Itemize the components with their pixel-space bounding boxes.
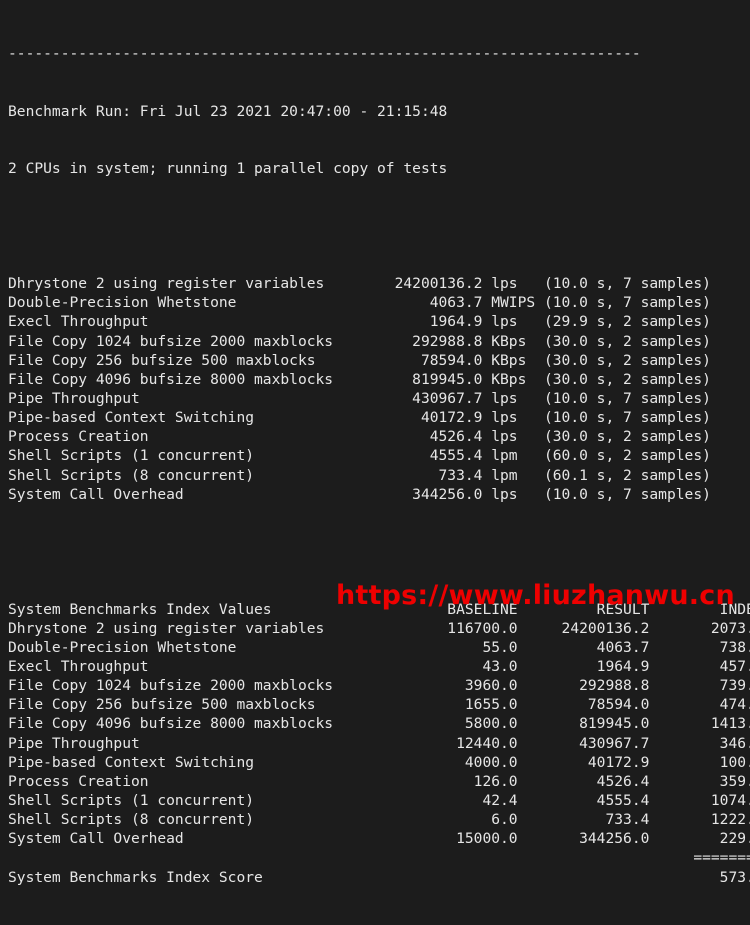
index-table-row: Shell Scripts (1 concurrent) 42.4 4555.4… bbox=[8, 791, 750, 809]
index-table-row: File Copy 4096 bufsize 8000 maxblocks 58… bbox=[8, 715, 750, 733]
test-result-row: Execl Throughput 1964.9 lps (29.9 s, 2 s… bbox=[8, 313, 711, 331]
index-table-row: System Call Overhead 15000.0 344256.0 22… bbox=[8, 830, 750, 848]
index-table-row: Dhrystone 2 using register variables 116… bbox=[8, 619, 750, 637]
index-table-row: Shell Scripts (8 concurrent) 6.0 733.4 1… bbox=[8, 811, 750, 829]
test-result-row: File Copy 1024 bufsize 2000 maxblocks 29… bbox=[8, 332, 711, 350]
index-table-row: Execl Throughput 43.0 1964.9 457.0 bbox=[8, 658, 750, 675]
terminal-output: ----------------------------------------… bbox=[0, 0, 750, 886]
test-result-row: Process Creation 4526.4 lps (30.0 s, 2 s… bbox=[8, 428, 711, 446]
separator-line: ----------------------------------------… bbox=[8, 45, 641, 63]
index-table-header: System Benchmarks Index Values BASELINE … bbox=[8, 600, 750, 618]
test-result-row: Double-Precision Whetstone 4063.7 MWIPS … bbox=[8, 294, 711, 312]
test-results-block: Dhrystone 2 using register variables 242… bbox=[8, 274, 750, 504]
index-values-block: System Benchmarks Index Values BASELINE … bbox=[8, 600, 750, 887]
index-table-row: File Copy 1024 bufsize 2000 maxblocks 39… bbox=[8, 677, 750, 695]
test-result-row: Shell Scripts (1 concurrent) 4555.4 lpm … bbox=[8, 447, 711, 465]
index-table-row: File Copy 256 bufsize 500 maxblocks 1655… bbox=[8, 696, 750, 714]
index-table-row: Pipe-based Context Switching 4000.0 4017… bbox=[8, 753, 750, 771]
index-score-row: System Benchmarks Index Score 573.1 bbox=[8, 868, 750, 886]
index-table-row: Process Creation 126.0 4526.4 359.2 bbox=[8, 772, 750, 790]
test-result-row: Pipe-based Context Switching 40172.9 lps… bbox=[8, 409, 711, 427]
test-result-row: System Call Overhead 344256.0 lps (10.0 … bbox=[8, 485, 711, 503]
index-table-row: Double-Precision Whetstone 55.0 4063.7 7… bbox=[8, 638, 750, 656]
cpu-info-line: 2 CPUs in system; running 1 parallel cop… bbox=[8, 160, 448, 178]
test-result-row: File Copy 4096 bufsize 8000 maxblocks 81… bbox=[8, 370, 711, 388]
test-result-row: File Copy 256 bufsize 500 maxblocks 7859… bbox=[8, 351, 711, 369]
test-result-row: Shell Scripts (8 concurrent) 733.4 lpm (… bbox=[8, 466, 711, 484]
test-result-row: Pipe Throughput 430967.7 lps (10.0 s, 7 … bbox=[8, 389, 711, 407]
score-separator: ======== bbox=[8, 849, 750, 867]
benchmark-run-line: Benchmark Run: Fri Jul 23 2021 20:47:00 … bbox=[8, 102, 448, 120]
index-table-row: Pipe Throughput 12440.0 430967.7 346.4 bbox=[8, 734, 750, 752]
test-result-row: Dhrystone 2 using register variables 242… bbox=[8, 275, 711, 293]
